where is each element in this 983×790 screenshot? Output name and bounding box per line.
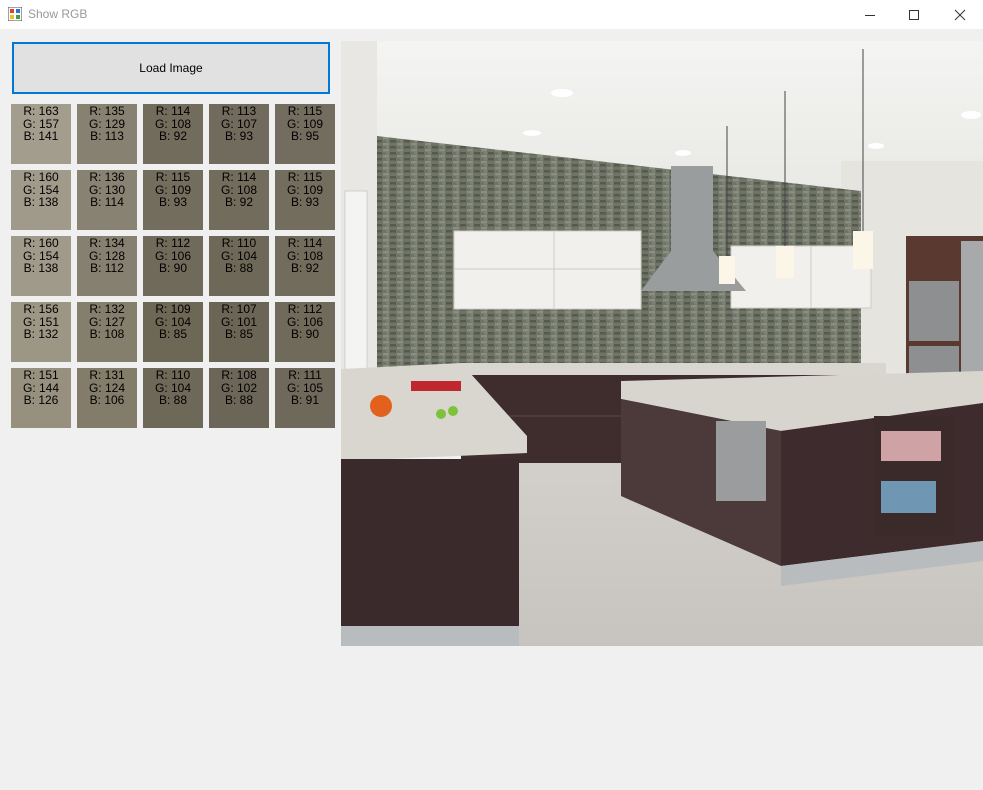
swatch-r-value: R: 115 [287, 104, 323, 118]
swatch-b-value: B: 114 [90, 195, 124, 209]
swatch-b-value: B: 88 [158, 393, 188, 407]
swatch-b-value: B: 85 [158, 327, 188, 341]
swatch-r-value: R: 160 [23, 170, 59, 184]
color-swatch: R: 107 G: 101 B: 85 [209, 302, 269, 362]
swatch-r-value: R: 112 [287, 302, 323, 316]
swatch-r-value: R: 110 [221, 236, 257, 250]
swatch-b-value: B: 93 [290, 195, 320, 209]
minimize-icon [865, 14, 875, 16]
color-swatch: R: 110 G: 104 B: 88 [209, 236, 269, 296]
swatch-b-value: B: 108 [89, 327, 125, 341]
color-swatch: R: 115 G: 109 B: 95 [275, 104, 335, 164]
title-bar: Show RGB [0, 0, 983, 29]
swatch-b-value: B: 92 [158, 129, 188, 143]
swatch-r-value: R: 135 [89, 104, 125, 118]
color-swatch: R: 151 G: 144 B: 126 [11, 368, 71, 428]
swatch-b-value: B: 88 [224, 261, 254, 275]
load-image-button[interactable]: Load Image [12, 42, 330, 94]
swatch-b-value: B: 112 [90, 261, 124, 275]
color-swatch: R: 136 G: 130 B: 114 [77, 170, 137, 230]
color-swatch: R: 114 G: 108 B: 92 [143, 104, 203, 164]
color-swatch: R: 114 G: 108 B: 92 [209, 170, 269, 230]
color-swatch: R: 110 G: 104 B: 88 [143, 368, 203, 428]
swatch-r-value: R: 107 [221, 302, 257, 316]
swatch-b-value: B: 93 [158, 195, 188, 209]
swatch-b-value: B: 126 [23, 393, 59, 407]
minimize-button[interactable] [847, 0, 893, 29]
swatch-r-value: R: 109 [155, 302, 191, 316]
maximize-button[interactable] [891, 0, 937, 29]
swatch-r-value: R: 114 [155, 104, 191, 118]
swatch-b-value: B: 88 [224, 393, 254, 407]
swatch-b-value: B: 90 [158, 261, 188, 275]
swatch-r-value: R: 136 [89, 170, 125, 184]
color-swatch: R: 115 G: 109 B: 93 [275, 170, 335, 230]
color-swatch: R: 112 G: 106 B: 90 [143, 236, 203, 296]
swatch-r-value: R: 108 [221, 368, 257, 382]
color-swatch: R: 156 G: 151 B: 132 [11, 302, 71, 362]
color-swatch: R: 115 G: 109 B: 93 [143, 170, 203, 230]
color-swatch: R: 114 G: 108 B: 92 [275, 236, 335, 296]
color-swatch: R: 132 G: 127 B: 108 [77, 302, 137, 362]
swatch-r-value: R: 131 [89, 368, 125, 382]
swatch-r-value: R: 114 [287, 236, 323, 250]
swatch-r-value: R: 163 [23, 104, 59, 118]
swatch-r-value: R: 134 [89, 236, 125, 250]
swatch-b-value: B: 138 [23, 195, 59, 209]
window-title: Show RGB [28, 7, 88, 21]
color-swatch: R: 163 G: 157 B: 141 [11, 104, 71, 164]
color-swatch: R: 113 G: 107 B: 93 [209, 104, 269, 164]
swatch-b-value: B: 141 [23, 129, 59, 143]
kitchen-photo [341, 41, 983, 646]
swatch-r-value: R: 132 [89, 302, 125, 316]
maximize-icon [909, 9, 919, 20]
swatch-b-value: B: 91 [290, 393, 320, 407]
swatch-b-value: B: 92 [290, 261, 320, 275]
swatch-r-value: R: 111 [288, 368, 322, 382]
color-swatch: R: 160 G: 154 B: 138 [11, 236, 71, 296]
swatch-r-value: R: 113 [221, 104, 257, 118]
close-icon [954, 9, 966, 20]
swatch-b-value: B: 106 [89, 393, 125, 407]
swatch-b-value: B: 93 [224, 129, 254, 143]
swatch-b-value: B: 132 [23, 327, 59, 341]
color-swatch: R: 135 G: 129 B: 113 [77, 104, 137, 164]
color-swatch: R: 131 G: 124 B: 106 [77, 368, 137, 428]
swatch-r-value: R: 110 [155, 368, 191, 382]
swatch-b-value: B: 85 [224, 327, 254, 341]
swatch-b-value: B: 92 [224, 195, 254, 209]
swatch-r-value: R: 115 [287, 170, 323, 184]
close-button[interactable] [937, 0, 983, 29]
app-icon [8, 7, 22, 21]
color-swatch: R: 160 G: 154 B: 138 [11, 170, 71, 230]
color-swatch: R: 111 G: 105 B: 91 [275, 368, 335, 428]
swatch-r-value: R: 115 [155, 170, 191, 184]
swatch-r-value: R: 160 [23, 236, 59, 250]
swatch-r-value: R: 151 [23, 368, 59, 382]
color-swatch: R: 134 G: 128 B: 112 [77, 236, 137, 296]
swatch-r-value: R: 114 [221, 170, 257, 184]
color-swatch: R: 108 G: 102 B: 88 [209, 368, 269, 428]
swatch-r-value: R: 112 [155, 236, 191, 250]
swatch-b-value: B: 95 [290, 129, 320, 143]
color-swatch: R: 109 G: 104 B: 85 [143, 302, 203, 362]
color-swatch: R: 112 G: 106 B: 90 [275, 302, 335, 362]
swatch-b-value: B: 138 [23, 261, 59, 275]
swatch-r-value: R: 156 [23, 302, 59, 316]
swatch-b-value: B: 113 [90, 129, 124, 143]
swatch-b-value: B: 90 [290, 327, 320, 341]
